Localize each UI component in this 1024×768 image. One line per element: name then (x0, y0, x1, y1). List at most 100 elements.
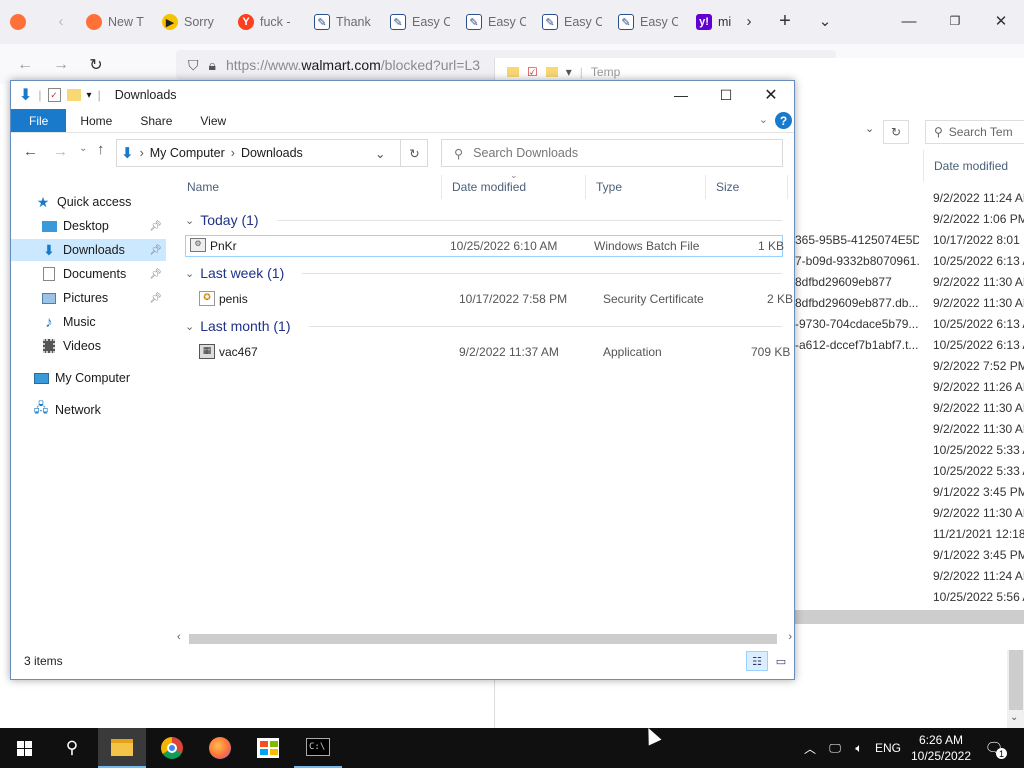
nav-pictures[interactable]: Pictures 📌︎ (41, 287, 166, 309)
close-icon[interactable]: ✕ (990, 10, 1012, 32)
pin-icon[interactable]: 📌︎ (149, 269, 162, 280)
browser-tab[interactable]: ✎ Easy C (542, 8, 602, 36)
shield-icon[interactable]: ⛉ (188, 57, 199, 74)
address-bar[interactable]: ⬇ › My Computer › Downloads ⌄ ↻ (116, 139, 428, 167)
search-input[interactable]: ⚲ Search Downloads (441, 139, 783, 167)
scrollbar-thumb[interactable] (189, 634, 777, 644)
refresh-icon[interactable]: ↻ (883, 120, 909, 144)
start-button[interactable] (0, 728, 48, 768)
tab-share[interactable]: Share (126, 109, 186, 132)
taskbar-firefox[interactable] (196, 728, 244, 768)
scrollbar-thumb[interactable] (1009, 650, 1023, 710)
taskbar-store[interactable] (244, 728, 292, 768)
up-icon[interactable]: ↑ (97, 141, 105, 158)
file-list: Name Date modified ⌄ Type Size ⌄ Today (… (177, 170, 794, 635)
back-icon[interactable]: ← (23, 143, 38, 160)
taskbar-command-prompt[interactable]: C:\ (294, 728, 342, 768)
nav-documents[interactable]: Documents 📌︎ (41, 263, 166, 285)
file-row[interactable]: ✪ penis 10/17/2022 7:58 PM Security Cert… (185, 288, 793, 310)
lock-icon[interactable]: 🔒︎ (209, 57, 216, 74)
scroll-down-icon[interactable]: ⌄ (1010, 712, 1018, 723)
forward-icon[interactable]: → (50, 54, 72, 76)
notifications-icon[interactable]: 🗨︎ 1 (980, 728, 1008, 768)
list-tabs-icon[interactable]: ⌄ (814, 10, 836, 32)
volume-icon[interactable]: 🔈︎ (848, 728, 870, 768)
close-icon[interactable]: ✕ (751, 83, 791, 107)
browser-tab[interactable]: New T (86, 8, 146, 36)
column-header-size[interactable]: Size (706, 175, 788, 199)
clock[interactable]: 6:26 AM 10/25/2022 (906, 728, 976, 768)
browser-tab[interactable]: ✎ Easy C (466, 8, 526, 36)
details-view-icon[interactable]: ☷ (746, 651, 768, 671)
network-status-icon[interactable]: 🖵︎ (824, 728, 846, 768)
restore-icon[interactable]: ❐ (944, 10, 966, 32)
browser-tab[interactable]: ▶ Sorry (162, 8, 222, 36)
language-indicator[interactable]: ENG (872, 728, 904, 768)
properties-icon[interactable]: ✓ (47, 88, 61, 102)
new-tab-icon[interactable]: + (774, 10, 796, 32)
scroll-right-icon[interactable]: › (788, 631, 792, 643)
browser-tab[interactable]: ✎ Thank (314, 8, 374, 36)
taskbar-file-explorer[interactable] (98, 728, 146, 768)
file-date: 9/2/2022 11:37 AM (459, 345, 559, 359)
firefox-icon (86, 14, 102, 30)
horizontal-scrollbar[interactable] (795, 610, 1024, 624)
nav-music[interactable]: ♪ Music (41, 311, 166, 333)
back-icon[interactable]: ← (14, 54, 36, 76)
show-hidden-icons-icon[interactable]: ︿ (800, 728, 820, 768)
group-header-last-month[interactable]: ⌄ Last month (1) (177, 315, 794, 337)
breadcrumb-my-computer[interactable]: My Computer (150, 146, 225, 160)
file-row[interactable]: ⚙ PnKr 10/25/2022 6:10 AM Windows Batch … (185, 235, 785, 257)
search-icon[interactable]: ⚲ (48, 728, 96, 768)
nav-my-computer[interactable]: My Computer (33, 367, 173, 389)
temp-file-date: 10/25/2022 5:33 A (933, 464, 1024, 478)
forward-icon[interactable]: → (53, 143, 68, 160)
tab-view[interactable]: View (186, 109, 240, 132)
vertical-scrollbar[interactable]: ⌄ (1007, 650, 1024, 730)
browser-tab[interactable]: y! mi (696, 8, 738, 36)
pin-icon[interactable]: 📌︎ (149, 293, 162, 304)
breadcrumb-downloads[interactable]: Downloads (241, 146, 303, 160)
taskbar-chrome[interactable] (148, 728, 196, 768)
nav-videos[interactable]: Videos (41, 335, 166, 357)
refresh-icon[interactable]: ↻ (400, 140, 428, 166)
pin-icon[interactable]: 📌︎ (149, 245, 162, 256)
tab-file[interactable]: File (11, 109, 67, 132)
maximize-icon[interactable]: ☐ (706, 83, 746, 107)
column-header-name[interactable]: Name (177, 175, 442, 199)
reload-icon[interactable]: ↻ (85, 54, 107, 76)
chevron-down-icon[interactable]: ▾ (87, 90, 92, 101)
minimize-icon[interactable]: — (898, 10, 920, 32)
column-header-type[interactable]: Type (586, 175, 706, 199)
chevron-down-icon[interactable]: ⌄ (375, 146, 385, 161)
pin-icon[interactable]: 📌︎ (149, 221, 162, 232)
browser-tab[interactable] (10, 8, 26, 36)
tab-scroll-left-icon[interactable]: ‹ (50, 10, 72, 32)
group-header-last-week[interactable]: ⌄ Last week (1) (177, 262, 794, 284)
browser-tab[interactable]: ✎ Easy C (390, 8, 450, 36)
minimize-icon[interactable]: — (661, 83, 701, 107)
page-icon: ✎ (390, 14, 406, 30)
download-arrow-icon[interactable]: ⬇ (19, 85, 32, 105)
search-input[interactable]: ⚲ Search Tem (925, 120, 1024, 144)
nav-quick-access[interactable]: ★ Quick access (35, 191, 175, 213)
browser-tab[interactable]: Y fuck - (238, 8, 298, 36)
ribbon-expand-icon[interactable]: ⌄ (759, 113, 768, 126)
large-icons-view-icon[interactable]: ▭ (772, 651, 790, 671)
nav-desktop[interactable]: Desktop 📌︎ (41, 215, 166, 237)
recent-locations-icon[interactable]: ⌄ (79, 143, 87, 154)
column-header-date[interactable]: Date modified ⌄ (442, 170, 586, 199)
tab-scroll-right-icon[interactable]: › (738, 10, 760, 32)
new-folder-icon[interactable] (66, 89, 81, 101)
help-icon[interactable]: ? (775, 112, 792, 129)
file-row[interactable]: ▦ vac467 9/2/2022 11:37 AM Application 7… (185, 341, 790, 363)
horizontal-scrollbar[interactable]: ‹ › (177, 631, 794, 647)
nav-downloads[interactable]: ⬇ Downloads 📌︎ (11, 239, 166, 261)
group-header-today[interactable]: ⌄ Today (1) (177, 209, 794, 231)
scroll-left-icon[interactable]: ‹ (177, 631, 181, 643)
tab-home[interactable]: Home (66, 109, 126, 132)
column-header-date[interactable]: Date modified (923, 150, 1024, 182)
browser-tab[interactable]: ✎ Easy C (618, 8, 678, 36)
nav-network[interactable]: 🖧︎ Network (33, 399, 173, 421)
file-size: 1 KB (758, 239, 785, 253)
